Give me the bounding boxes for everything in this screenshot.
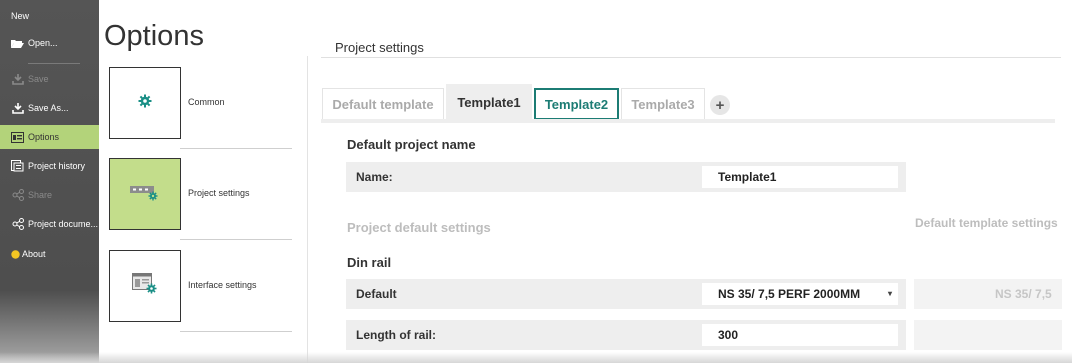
share-icon (11, 189, 24, 201)
rail-length-input[interactable]: 300 (702, 324, 898, 346)
option-divider (180, 148, 292, 149)
nav-project-history[interactable]: Project history (0, 154, 99, 178)
column-divider (307, 56, 308, 363)
template-default-rail-box: NS 35/ 7,5 (914, 279, 1062, 309)
tab-default-template[interactable]: Default template (322, 88, 444, 120)
section-default-project-name: Default project name (347, 137, 476, 152)
nav-new[interactable]: New (0, 4, 99, 28)
nav-open-label: Open... (28, 38, 58, 48)
nav-project-documents[interactable]: Project docume... (0, 212, 99, 236)
default-rail-label: Default (356, 287, 397, 301)
info-dot-icon (11, 248, 20, 260)
name-input[interactable]: Template1 (702, 166, 898, 188)
default-rail-value: NS 35/ 7,5 PERF 2000MM (718, 287, 861, 301)
section-project-default-settings: Project default settings (347, 220, 491, 235)
option-common-label: Common (188, 97, 225, 107)
panel-title-divider (321, 57, 1061, 58)
tab-template2[interactable]: Template2 (534, 88, 619, 120)
nav-about[interactable]: About (0, 242, 99, 266)
nav-project-documents-label: Project docume... (28, 219, 99, 229)
page-title: Options (104, 20, 204, 52)
tab-template3[interactable]: Template3 (621, 88, 705, 120)
option-interface-settings-thumb[interactable] (109, 250, 181, 322)
option-interface-settings[interactable]: Interface settings (109, 250, 292, 322)
nav-divider (28, 63, 80, 64)
folder-open-icon (11, 37, 24, 49)
nav-project-history-label: Project history (28, 161, 86, 171)
nav-save-label: Save (28, 74, 49, 84)
backstage-nav: New Open... Save Save As... Options Proj… (0, 0, 99, 363)
nav-share[interactable]: Share (0, 183, 99, 207)
save-icon (11, 73, 24, 85)
window-gear-icon (132, 272, 158, 300)
nav-new-label: New (11, 11, 30, 21)
rail-length-row: Length of rail: 300 (346, 320, 906, 350)
name-label: Name: (356, 170, 393, 184)
template-rail-length-box (914, 320, 1062, 350)
option-interface-settings-label: Interface settings (188, 280, 257, 290)
save-as-icon (11, 102, 24, 114)
nav-save[interactable]: Save (0, 67, 99, 91)
nav-options-label: Options (28, 132, 60, 142)
chevron-down-icon: ▾ (887, 289, 892, 298)
nav-save-as-label: Save As... (28, 103, 69, 113)
options-icon (11, 131, 24, 143)
bottom-edge-fade (0, 352, 1072, 363)
gear-icon (138, 94, 152, 113)
nav-open[interactable]: Open... (0, 31, 99, 55)
option-divider (180, 331, 292, 332)
nav-options[interactable]: Options (0, 125, 99, 149)
option-project-settings-thumb[interactable] (109, 158, 181, 230)
default-rail-row: Default NS 35/ 7,5 PERF 2000MM ▾ (346, 279, 906, 309)
section-default-template-settings: Default template settings (915, 216, 1058, 230)
default-rail-select[interactable]: NS 35/ 7,5 PERF 2000MM ▾ (702, 283, 898, 305)
option-divider (180, 239, 292, 240)
option-common-thumb[interactable] (109, 67, 181, 139)
add-tab-button[interactable]: + (710, 95, 730, 115)
tab-template1[interactable]: Template1 (446, 84, 532, 120)
option-project-settings[interactable]: Project settings (109, 158, 292, 230)
panel-title: Project settings (335, 40, 424, 55)
option-common[interactable]: Common (109, 67, 292, 139)
share-icon (11, 218, 24, 230)
nav-share-label: Share (28, 190, 53, 200)
rail-length-label: Length of rail: (356, 328, 436, 342)
option-project-settings-label: Project settings (188, 188, 250, 198)
section-din-rail: Din rail (347, 255, 392, 270)
nav-about-label: About (22, 249, 46, 259)
template-default-rail-value: NS 35/ 7,5 (995, 287, 1052, 301)
history-icon (11, 160, 24, 172)
nav-save-as[interactable]: Save As... (0, 96, 99, 120)
rail-gear-icon (130, 182, 160, 207)
tab-strip-underline (321, 119, 1055, 123)
name-row: Name: Template1 (346, 162, 906, 192)
